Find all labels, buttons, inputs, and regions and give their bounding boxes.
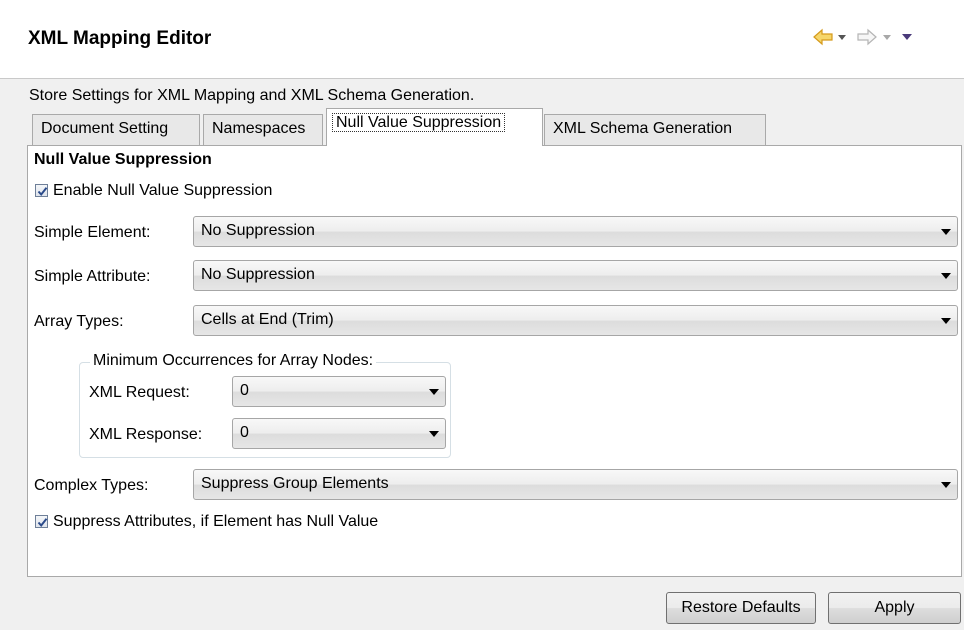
xml-request-label: XML Request: — [89, 384, 190, 401]
null-value-suppression-panel: Null Value Suppression Enable Null Value… — [27, 145, 962, 577]
section-title: Null Value Suppression — [34, 151, 212, 168]
simple-element-value: No Suppression — [201, 222, 315, 239]
array-types-value: Cells at End (Trim) — [201, 311, 334, 328]
chevron-down-icon — [941, 318, 951, 324]
checkmark-icon — [37, 518, 48, 528]
min-occurrences-group: Minimum Occurrences for Array Nodes: XML… — [79, 352, 451, 458]
tab-label: Document Setting — [41, 120, 169, 137]
complex-types-select[interactable]: Suppress Group Elements — [193, 469, 958, 500]
forward-dropdown-icon[interactable] — [882, 26, 892, 48]
tab-null-value-suppression[interactable]: Null Value Suppression — [326, 108, 543, 146]
page-title: XML Mapping Editor — [28, 28, 212, 49]
xml-request-select[interactable]: 0 — [232, 376, 446, 407]
editor-header: XML Mapping Editor — [0, 0, 964, 78]
chevron-down-icon — [941, 229, 951, 235]
back-arrow-icon[interactable] — [812, 26, 834, 48]
simple-attribute-select[interactable]: No Suppression — [193, 260, 958, 291]
back-dropdown-icon[interactable] — [837, 26, 847, 48]
view-menu-icon[interactable] — [901, 26, 913, 48]
forward-arrow-icon[interactable] — [856, 26, 878, 48]
checkmark-icon — [37, 187, 48, 197]
tab-document-setting[interactable]: Document Setting — [32, 114, 200, 145]
page-description: Store Settings for XML Mapping and XML S… — [29, 87, 475, 104]
apply-button[interactable]: Apply — [828, 592, 961, 624]
chevron-down-icon — [429, 431, 439, 437]
simple-element-label: Simple Element: — [34, 224, 151, 241]
simple-attribute-label: Simple Attribute: — [34, 268, 151, 285]
simple-attribute-value: No Suppression — [201, 266, 315, 283]
tab-label: Namespaces — [212, 120, 306, 137]
chevron-down-icon — [941, 273, 951, 279]
array-types-select[interactable]: Cells at End (Trim) — [193, 305, 958, 336]
enable-null-suppression-label: Enable Null Value Suppression — [53, 182, 273, 199]
xml-mapping-editor-window: XML Mapping Editor Store Settings for XM… — [0, 0, 964, 630]
restore-defaults-button[interactable]: Restore Defaults — [666, 592, 816, 624]
tab-xml-schema-generation[interactable]: XML Schema Generation — [544, 114, 766, 145]
xml-response-label: XML Response: — [89, 426, 203, 443]
suppress-attributes-label: Suppress Attributes, if Element has Null… — [53, 513, 379, 530]
xml-response-value: 0 — [240, 424, 249, 441]
header-separator — [0, 78, 964, 79]
enable-null-suppression-checkbox[interactable] — [35, 184, 48, 197]
array-types-label: Array Types: — [34, 313, 124, 330]
chevron-down-icon — [941, 482, 951, 488]
simple-element-select[interactable]: No Suppression — [193, 216, 958, 247]
tab-label: Null Value Suppression — [331, 113, 506, 132]
min-occurrences-group-title: Minimum Occurrences for Array Nodes: — [90, 352, 377, 370]
xml-request-value: 0 — [240, 382, 249, 399]
complex-types-label: Complex Types: — [34, 477, 149, 494]
tab-label: XML Schema Generation — [553, 120, 733, 137]
suppress-attributes-checkbox[interactable] — [35, 515, 48, 528]
complex-types-value: Suppress Group Elements — [201, 475, 389, 492]
tab-namespaces[interactable]: Namespaces — [203, 114, 323, 145]
xml-response-select[interactable]: 0 — [232, 418, 446, 449]
chevron-down-icon — [429, 389, 439, 395]
